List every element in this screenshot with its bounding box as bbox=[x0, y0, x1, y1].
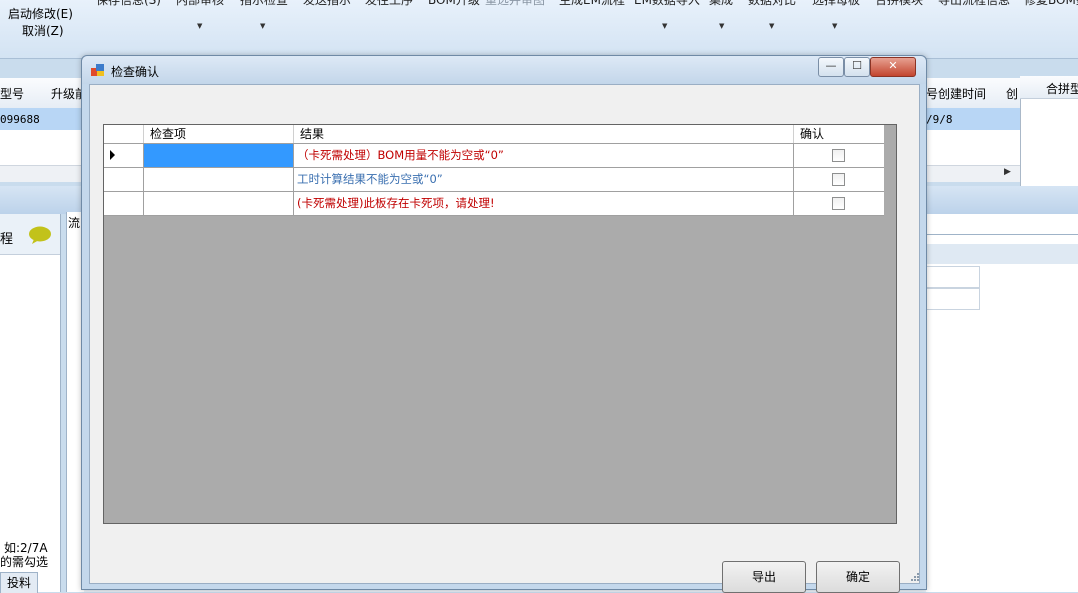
toolbar-internal-review[interactable]: 内部审核 bbox=[176, 0, 224, 8]
row-header[interactable] bbox=[104, 168, 144, 191]
toolbar-fix-bom[interactable]: 修复BOM数 bbox=[1024, 0, 1078, 8]
cell-check-item[interactable] bbox=[144, 144, 294, 167]
dropdown-arrow-icon[interactable]: ▼ bbox=[832, 22, 837, 30]
bg-col-create-time[interactable]: 号创建时间 bbox=[926, 85, 986, 102]
toolbar-reselect[interactable]: 重选并审图 bbox=[485, 0, 545, 8]
cancel-menu[interactable]: 取消(Z) bbox=[22, 22, 64, 39]
confirm-checkbox[interactable] bbox=[832, 173, 845, 186]
app-toolbar: 启动修改(E) 取消(Z) 保存信息(S) 内部审核 指示检查 发送指示 发往工… bbox=[0, 0, 1078, 59]
export-button[interactable]: 导出 bbox=[722, 561, 806, 593]
minimize-button[interactable]: — bbox=[818, 57, 844, 77]
cell-confirm[interactable] bbox=[794, 192, 884, 215]
check-grid[interactable]: 检查项 结果 确认 （卡死需处理）BOM用量不能为空或“0” 工时计算结果不能为… bbox=[103, 124, 897, 524]
check-confirm-dialog: 检查确认 — ☐ ✕ 检查项 结果 确认 （卡死需处理）BOM用量不能为空或“0… bbox=[81, 55, 927, 593]
cell-check-item[interactable] bbox=[144, 168, 294, 191]
toolbar-gen-em[interactable]: 生成EM流程 bbox=[559, 0, 625, 8]
left-pane-label: 程 bbox=[0, 232, 14, 247]
dropdown-arrow-icon[interactable]: ▼ bbox=[260, 22, 265, 30]
dropdown-arrow-icon[interactable]: ▼ bbox=[662, 22, 667, 30]
toolbar-em-import[interactable]: EM数据导入 bbox=[634, 0, 700, 8]
mid-pane-label: 流 bbox=[68, 216, 81, 230]
left-hint-line2: 的需勾选 bbox=[0, 555, 49, 569]
left-pane bbox=[0, 214, 61, 592]
tab-feed[interactable]: 投料 bbox=[0, 572, 38, 593]
right-bg-cell bbox=[926, 266, 980, 288]
dropdown-arrow-icon[interactable]: ▼ bbox=[197, 22, 202, 30]
dialog-title: 检查确认 bbox=[111, 65, 160, 79]
toolbar-send-instruction[interactable]: 发送指示 bbox=[303, 0, 351, 8]
dialog-client-area: 检查项 结果 确认 （卡死需处理）BOM用量不能为空或“0” 工时计算结果不能为… bbox=[89, 84, 920, 593]
cell-result[interactable]: 工时计算结果不能为空或“0” bbox=[294, 168, 794, 191]
toolbar-select-master[interactable]: 选择母板 bbox=[812, 0, 860, 8]
speech-bubble-icon[interactable] bbox=[28, 226, 52, 244]
maximize-button[interactable]: ☐ bbox=[844, 57, 870, 77]
bg-col-creator[interactable]: 创 bbox=[1006, 85, 1018, 102]
toolbar-instruction-check[interactable]: 指示检查 bbox=[240, 0, 288, 8]
start-edit-menu[interactable]: 启动修改(E) bbox=[8, 5, 73, 22]
col-header-check-item[interactable]: 检查项 bbox=[144, 125, 294, 143]
table-row[interactable]: 工时计算结果不能为空或“0” bbox=[104, 168, 884, 192]
right-bg-cell bbox=[926, 288, 980, 310]
dropdown-arrow-icon[interactable]: ▼ bbox=[769, 22, 774, 30]
row-header[interactable] bbox=[104, 144, 144, 167]
close-button[interactable]: ✕ bbox=[870, 57, 916, 77]
table-row[interactable]: （卡死需处理）BOM用量不能为空或“0” bbox=[104, 144, 884, 168]
toolbar-save-info[interactable]: 保存信息(S) bbox=[96, 0, 161, 8]
row-header[interactable] bbox=[104, 192, 144, 215]
resize-grip-icon[interactable] bbox=[910, 572, 920, 582]
scroll-right-icon[interactable]: ▶ bbox=[1004, 167, 1011, 177]
toolbar-export-flow[interactable]: 导出流程信息 bbox=[938, 0, 1010, 8]
dropdown-arrow-icon[interactable]: ▼ bbox=[719, 22, 724, 30]
app-window-icon bbox=[91, 64, 104, 76]
col-header-result[interactable]: 结果 bbox=[294, 125, 794, 143]
toolbar-compare[interactable]: 数据对比 bbox=[748, 0, 796, 8]
cell-result[interactable]: （卡死需处理）BOM用量不能为空或“0” bbox=[294, 144, 794, 167]
divider bbox=[926, 234, 1078, 235]
right-panel-title: 合拼型 bbox=[1046, 82, 1078, 96]
confirm-checkbox[interactable] bbox=[832, 149, 845, 162]
cell-result[interactable]: (卡死需处理)此板存在卡死项，请处理! bbox=[294, 192, 794, 215]
bg-cell-date: /9/8 bbox=[926, 113, 953, 126]
toolbar-bom-upgrade[interactable]: BOM升级 bbox=[428, 0, 480, 8]
ok-button[interactable]: 确定 bbox=[816, 561, 900, 593]
toolbar-send-process[interactable]: 发往工序 bbox=[365, 0, 413, 8]
right-bg-header-row bbox=[926, 244, 1078, 264]
col-header-confirm[interactable]: 确认 bbox=[794, 125, 884, 143]
row-header-corner[interactable] bbox=[104, 125, 144, 143]
bg-col-model[interactable]: 型号 bbox=[0, 85, 24, 102]
confirm-checkbox[interactable] bbox=[832, 197, 845, 210]
cell-check-item[interactable] bbox=[144, 192, 294, 215]
table-row[interactable]: (卡死需处理)此板存在卡死项，请处理! bbox=[104, 192, 884, 216]
bg-cell-model: 099688 bbox=[0, 113, 40, 126]
grid-header: 检查项 结果 确认 bbox=[104, 125, 884, 144]
dialog-titlebar[interactable]: 检查确认 — ☐ ✕ bbox=[82, 56, 926, 84]
toolbar-merge-module[interactable]: 合拼模块 bbox=[875, 0, 923, 8]
toolbar-integrate[interactable]: 集成 bbox=[709, 0, 733, 8]
cell-confirm[interactable] bbox=[794, 144, 884, 167]
cell-confirm[interactable] bbox=[794, 168, 884, 191]
current-row-arrow-icon bbox=[110, 150, 115, 160]
